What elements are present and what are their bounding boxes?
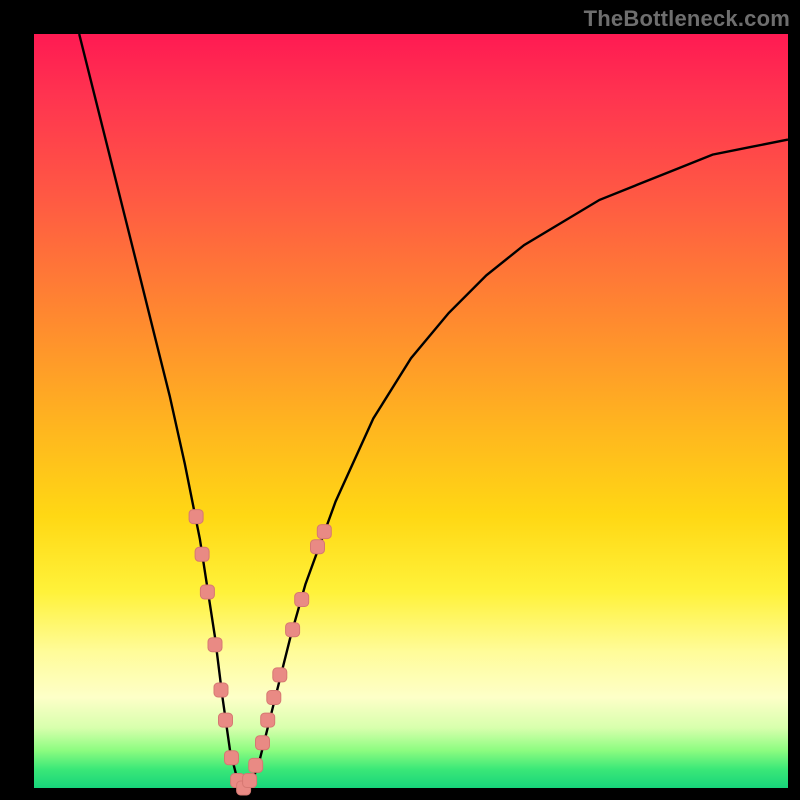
chart-frame: TheBottleneck.com xyxy=(0,0,800,800)
data-marker xyxy=(256,736,270,750)
data-marker xyxy=(267,691,281,705)
data-marker xyxy=(286,623,300,637)
watermark-text: TheBottleneck.com xyxy=(584,6,790,32)
data-marker xyxy=(243,774,257,788)
data-marker xyxy=(189,510,203,524)
data-marker xyxy=(195,547,209,561)
data-marker xyxy=(317,525,331,539)
data-marker xyxy=(200,585,214,599)
data-marker xyxy=(208,638,222,652)
data-marker xyxy=(295,593,309,607)
data-marker xyxy=(261,713,275,727)
data-marker xyxy=(225,751,239,765)
data-marker xyxy=(214,683,228,697)
plot-area xyxy=(34,34,788,788)
data-marker xyxy=(249,758,263,772)
bottleneck-curve xyxy=(79,34,788,788)
data-marker xyxy=(311,540,325,554)
data-marker xyxy=(219,713,233,727)
highlighted-points-group xyxy=(189,510,331,795)
data-marker xyxy=(273,668,287,682)
chart-svg xyxy=(34,34,788,788)
